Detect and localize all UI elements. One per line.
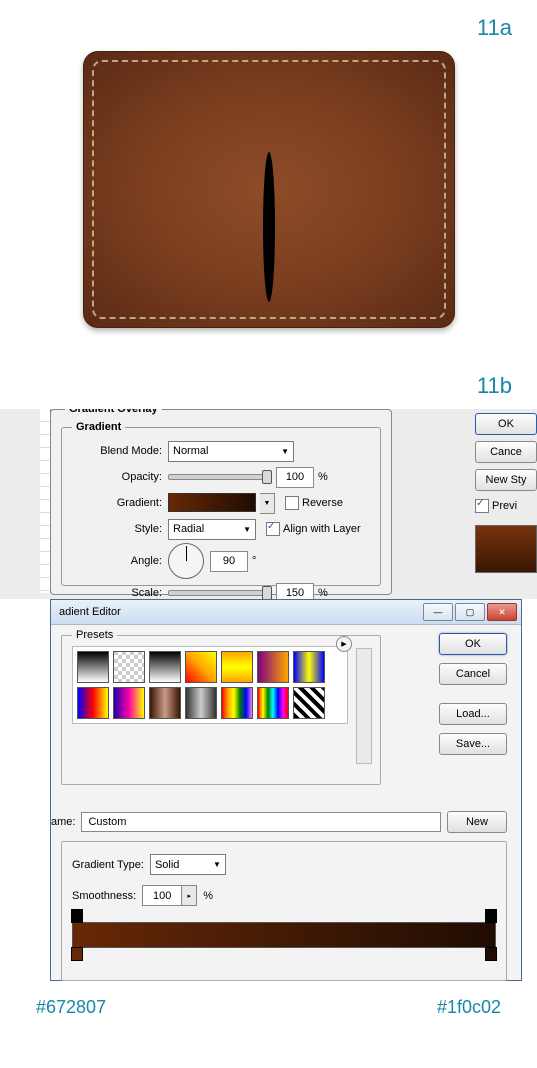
angle-unit: ° [252,555,256,567]
style-label: Style: [62,523,168,535]
align-label: Align with Layer [283,523,361,535]
minimize-button[interactable]: — [423,603,453,621]
gradient-type-select[interactable]: Solid ▼ [150,854,226,875]
opacity-label: Opacity: [62,471,168,483]
reverse-label: Reverse [302,497,343,509]
preset-swatch[interactable] [257,651,289,683]
chevron-down-icon: ▼ [213,860,221,869]
style-select[interactable]: Radial ▼ [168,519,256,540]
close-button[interactable]: ✕ [487,603,517,621]
preset-swatch[interactable] [113,651,145,683]
gradient-editor-titlebar[interactable]: adient Editor — ▢ ✕ [51,600,521,625]
preset-swatch[interactable] [221,651,253,683]
presets-title: Presets [72,629,117,641]
align-checkbox[interactable] [266,522,280,536]
preset-swatch[interactable] [293,687,325,719]
color-stop-left[interactable] [71,947,83,961]
preset-swatch[interactable] [149,651,181,683]
gradient-overlay-group: Gradient Overlay Gradient Blend Mode: No… [50,409,392,595]
angle-dial[interactable] [168,543,204,579]
opacity-stop-right[interactable] [485,909,497,923]
angle-label: Angle: [62,555,168,567]
presets-menu-icon[interactable]: ▶ [336,636,352,652]
chevron-down-icon: ▼ [243,525,251,534]
chevron-down-icon: ▼ [281,447,289,456]
preset-swatch[interactable] [185,687,217,719]
gradient-preview-swatch[interactable] [168,493,256,512]
ok-button[interactable]: OK [475,413,537,435]
preset-swatch[interactable] [149,687,181,719]
gradient-editor-title: adient Editor [59,606,423,618]
preset-scrollbar[interactable] [356,648,372,764]
gradient-overlay-title: Gradient Overlay [65,409,162,415]
preview-label: Previ [492,500,517,512]
scale-input[interactable] [276,583,314,600]
layer-style-side-buttons: OK Cance New Sty Previ [475,413,537,573]
leather-preview-container [0,51,537,328]
preset-swatch[interactable] [293,651,325,683]
chevron-right-icon[interactable]: ▸ [182,885,197,906]
step-label-a: 11a [0,0,537,51]
gradient-group: Gradient Blend Mode: Normal ▼ Opacity: % [61,427,381,586]
slider-thumb[interactable] [262,470,272,484]
gradient-bar[interactable] [72,922,496,948]
opacity-input[interactable] [276,467,314,488]
preview-checkbox[interactable] [475,499,489,513]
preset-swatch[interactable] [221,687,253,719]
new-style-button[interactable]: New Sty [475,469,537,491]
angle-input[interactable] [210,551,248,572]
opacity-unit: % [318,471,328,483]
scale-unit: % [318,587,328,599]
editor-save-button[interactable]: Save... [439,733,507,755]
preset-swatch[interactable] [185,651,217,683]
gradient-editor-window: adient Editor — ▢ ✕ Presets ▶ [50,599,522,981]
editor-new-button[interactable]: New [447,811,507,833]
opacity-stop-left[interactable] [71,909,83,923]
name-input[interactable]: Custom [81,812,441,832]
preset-swatch[interactable] [113,687,145,719]
editor-load-button[interactable]: Load... [439,703,507,725]
blend-mode-select[interactable]: Normal ▼ [168,441,294,462]
smoothness-label: Smoothness: [72,890,136,902]
color-right-label: #1f0c02 [437,997,501,1018]
gradient-type-group: Gradient Type: Solid ▼ Smoothness: ▸ % [61,841,507,981]
leather-preview [83,51,455,328]
scale-slider[interactable] [168,590,270,596]
editor-cancel-button[interactable]: Cancel [439,663,507,685]
smoothness-stepper[interactable]: ▸ [142,885,197,906]
gradient-type-label: Gradient Type: [72,859,144,871]
gradient-label: Gradient: [62,497,168,509]
color-stop-right[interactable] [485,947,497,961]
maximize-button[interactable]: ▢ [455,603,485,621]
smoothness-unit: % [203,890,213,902]
preset-swatch[interactable] [77,687,109,719]
preset-grid [72,646,348,724]
smoothness-input[interactable] [142,885,182,906]
cancel-button[interactable]: Cance [475,441,537,463]
presets-group: Presets ▶ [61,635,381,785]
preview-thumbnail [475,525,537,573]
gradient-type-value: Solid [155,859,179,871]
preset-swatch[interactable] [77,651,109,683]
name-label: ame: [51,816,75,828]
editor-ok-button[interactable]: OK [439,633,507,655]
gradient-group-title: Gradient [72,421,125,433]
slider-thumb[interactable] [262,586,272,599]
gradient-dropdown-arrow[interactable]: ▼ [260,493,275,514]
blend-mode-label: Blend Mode: [62,445,168,457]
opacity-slider[interactable] [168,474,270,480]
layer-style-panel: Gradient Overlay Gradient Blend Mode: No… [0,409,537,599]
scale-label: Scale: [62,587,168,599]
preset-swatch[interactable] [257,687,289,719]
blend-mode-value: Normal [173,445,208,457]
reverse-checkbox[interactable] [285,496,299,510]
style-value: Radial [173,523,204,535]
color-left-label: #672807 [36,997,106,1018]
step-label-b: 11b [0,358,537,409]
